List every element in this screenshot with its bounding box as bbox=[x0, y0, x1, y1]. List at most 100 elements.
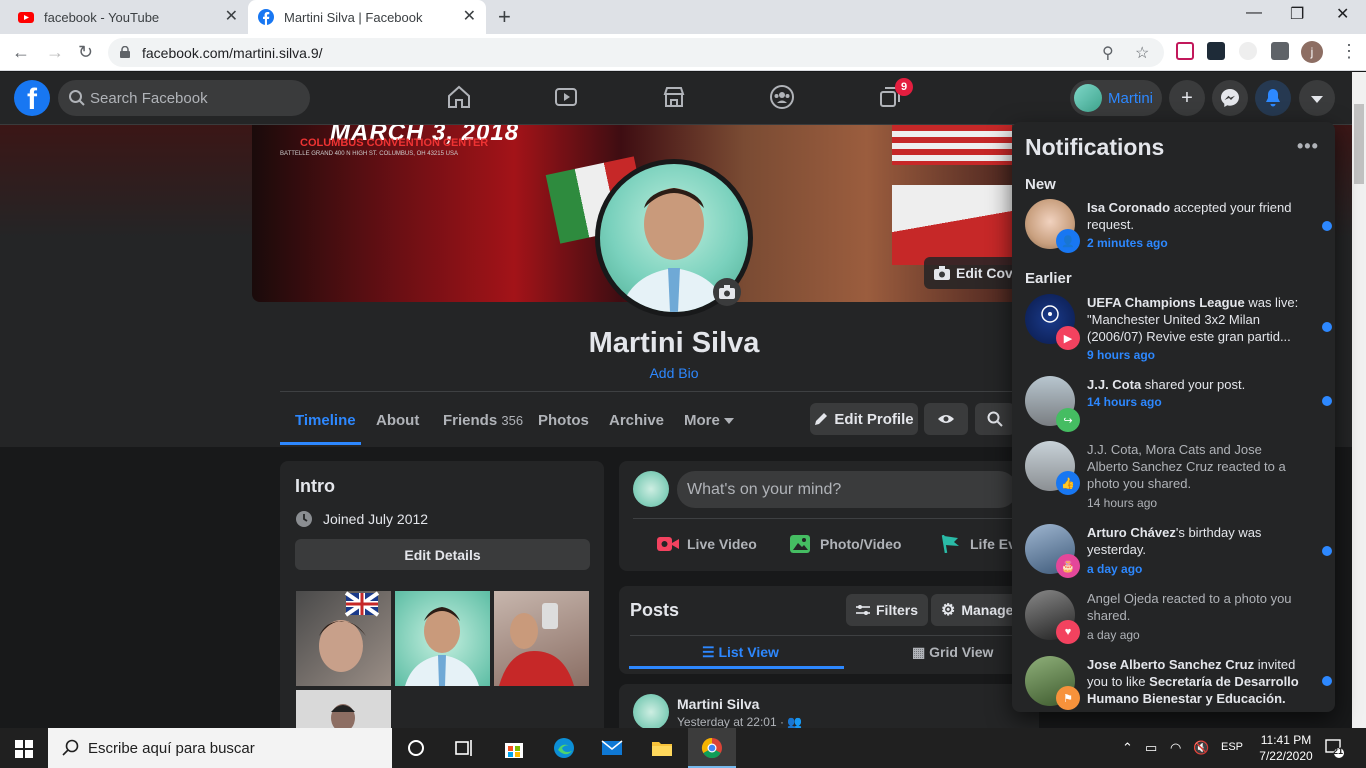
intro-photo[interactable] bbox=[494, 591, 589, 686]
taskbar-search-input[interactable]: Escribe aquí para buscar bbox=[48, 728, 392, 768]
cortana-icon[interactable] bbox=[404, 736, 428, 760]
notification-text: J.J. Cota shared your post. bbox=[1087, 376, 1299, 393]
volume-muted-icon[interactable]: 🔇 bbox=[1193, 740, 1209, 756]
view-as-button[interactable] bbox=[924, 403, 968, 435]
notification-item[interactable]: ↪ J.J. Cota shared your post. 14 hours a… bbox=[1025, 376, 1332, 432]
windows-start-icon[interactable] bbox=[15, 740, 33, 758]
tab-friends-label: Friends bbox=[443, 412, 498, 429]
facebook-header: f 9 Martini + bbox=[0, 72, 1352, 125]
list-view-tab[interactable]: ☰ List View bbox=[702, 644, 779, 661]
close-tab-icon[interactable]: ✕ bbox=[225, 9, 238, 25]
puzzle-icon[interactable] bbox=[1271, 42, 1289, 60]
groups-icon[interactable] bbox=[769, 84, 795, 110]
profile-chip[interactable]: Martini bbox=[1070, 80, 1162, 116]
grid-view-tab[interactable]: ▦ Grid View bbox=[912, 644, 993, 661]
minimize-icon[interactable]: — bbox=[1246, 4, 1262, 22]
reload-icon[interactable]: ↻ bbox=[78, 42, 93, 62]
notification-text: J.J. Cota, Mora Cats and Jose Alberto Sa… bbox=[1087, 442, 1286, 491]
zoom-icon[interactable]: ⚲ bbox=[1102, 43, 1114, 63]
manage-label: Manage bbox=[961, 602, 1014, 618]
tab-more[interactable]: More bbox=[684, 412, 734, 429]
manage-posts-button[interactable]: ⚙ Manage bbox=[931, 594, 1024, 626]
microsoft-store-icon[interactable] bbox=[502, 736, 526, 760]
whats-on-your-mind-input[interactable]: What's on your mind? bbox=[677, 471, 1017, 508]
notification-item[interactable]: ♥ Angel Ojeda reacted to a photo you sha… bbox=[1025, 590, 1325, 644]
filters-button[interactable]: Filters bbox=[846, 594, 929, 626]
edit-profile-button[interactable]: Edit Profile bbox=[810, 403, 918, 435]
notification-text: Angel Ojeda reacted to a photo you share… bbox=[1087, 591, 1292, 623]
more-options-icon[interactable]: ••• bbox=[1297, 136, 1319, 157]
notification-time: a day ago bbox=[1087, 628, 1140, 642]
photo-video-button[interactable]: Photo/Video bbox=[790, 535, 901, 553]
grid-icon: ▦ bbox=[912, 644, 926, 660]
clock-date: 7/22/2020 bbox=[1259, 749, 1313, 763]
notification-time: 14 hours ago bbox=[1087, 395, 1162, 409]
home-icon[interactable] bbox=[446, 84, 472, 110]
posts-title: Posts bbox=[630, 600, 680, 620]
notification-item[interactable]: ▶ UEFA Champions League was live: "Manch… bbox=[1025, 294, 1332, 364]
task-view-icon[interactable] bbox=[452, 736, 476, 760]
lock-icon bbox=[120, 46, 130, 58]
notification-item[interactable]: 👍 J.J. Cota, Mora Cats and Jose Alberto … bbox=[1025, 441, 1325, 511]
tab-archive[interactable]: Archive bbox=[609, 412, 664, 429]
mail-icon[interactable] bbox=[600, 736, 624, 760]
browser-menu-icon[interactable]: ⋮ bbox=[1340, 41, 1358, 61]
bookmark-star-icon[interactable]: ☆ bbox=[1135, 43, 1149, 63]
messenger-icon[interactable] bbox=[1212, 80, 1248, 116]
taskbar-clock[interactable]: 11:41 PM 7/22/2020 bbox=[1256, 732, 1316, 764]
tab-title: Martini Silva | Facebook bbox=[284, 9, 423, 25]
tab-facebook[interactable]: Martini Silva | Facebook ✕ bbox=[248, 0, 486, 34]
intro-photo[interactable] bbox=[296, 591, 391, 686]
omnibox[interactable]: facebook.com/martini.silva.9/ ⚲ ☆ bbox=[108, 38, 1164, 67]
wifi-icon[interactable]: ◠ bbox=[1170, 740, 1181, 756]
intro-photo[interactable] bbox=[296, 690, 391, 728]
tab-about[interactable]: About bbox=[376, 412, 419, 429]
post-author[interactable]: Martini Silva bbox=[677, 696, 759, 712]
search-input[interactable] bbox=[90, 80, 300, 116]
tab-youtube[interactable]: facebook - YouTube ✕ bbox=[8, 0, 248, 34]
edit-details-button[interactable]: Edit Details bbox=[295, 539, 590, 570]
live-video-button[interactable]: Live Video bbox=[657, 535, 757, 553]
avatar[interactable] bbox=[633, 694, 669, 730]
extension-icon[interactable] bbox=[1176, 42, 1194, 60]
browser-profile-avatar[interactable]: j bbox=[1301, 41, 1323, 63]
divider bbox=[633, 518, 1023, 519]
notification-item[interactable]: 👤 Isa Coronado accepted your friend requ… bbox=[1025, 199, 1332, 253]
notification-item[interactable]: ⚑ Jose Alberto Sanchez Cruz invited you … bbox=[1025, 656, 1332, 712]
close-window-icon[interactable]: ✕ bbox=[1336, 4, 1349, 24]
forward-icon[interactable]: → bbox=[46, 42, 64, 62]
file-explorer-icon[interactable] bbox=[650, 736, 674, 760]
show-hidden-icons-icon[interactable]: ⌃ bbox=[1122, 740, 1133, 756]
account-menu-chevron-icon[interactable] bbox=[1299, 80, 1335, 116]
back-icon[interactable]: ← bbox=[12, 42, 30, 62]
update-profile-picture-icon[interactable] bbox=[713, 278, 741, 306]
notification-time: 9 hours ago bbox=[1087, 348, 1156, 362]
notifications-bell-icon[interactable] bbox=[1255, 80, 1291, 116]
like-badge-icon: 👍 bbox=[1056, 471, 1080, 495]
create-plus-icon[interactable]: + bbox=[1169, 80, 1205, 116]
facebook-logo-icon[interactable]: f bbox=[14, 80, 50, 116]
scrollbar-thumb[interactable] bbox=[1354, 104, 1364, 184]
post-timestamp[interactable]: Yesterday at 22:01 · 👥 bbox=[677, 715, 802, 729]
tab-friends[interactable]: Friends 356 bbox=[443, 412, 523, 429]
unread-dot bbox=[1322, 676, 1332, 686]
flag-icon bbox=[941, 535, 959, 553]
watch-icon[interactable] bbox=[553, 84, 579, 110]
chrome-icon[interactable] bbox=[700, 736, 724, 760]
restore-icon[interactable]: ❐ bbox=[1290, 4, 1304, 24]
close-tab-icon[interactable]: ✕ bbox=[463, 9, 476, 25]
battery-icon[interactable]: ▭ bbox=[1145, 740, 1157, 756]
profile-search-button[interactable] bbox=[975, 403, 1015, 435]
notification-item[interactable]: 🎂 Arturo Chávez's birthday was yesterday… bbox=[1025, 524, 1332, 578]
react-devtools-icon[interactable] bbox=[1207, 42, 1225, 60]
tab-photos[interactable]: Photos bbox=[538, 412, 589, 429]
intro-photo[interactable] bbox=[395, 591, 490, 686]
facebook-search[interactable] bbox=[58, 80, 310, 116]
edge-icon[interactable] bbox=[552, 736, 576, 760]
new-tab-button[interactable]: + bbox=[498, 6, 511, 28]
marketplace-icon[interactable] bbox=[661, 84, 687, 110]
language-indicator[interactable]: ESP bbox=[1221, 741, 1243, 753]
grid-view-label: Grid View bbox=[929, 644, 994, 660]
extension-icon[interactable] bbox=[1239, 42, 1257, 60]
tab-timeline[interactable]: Timeline bbox=[295, 412, 356, 429]
